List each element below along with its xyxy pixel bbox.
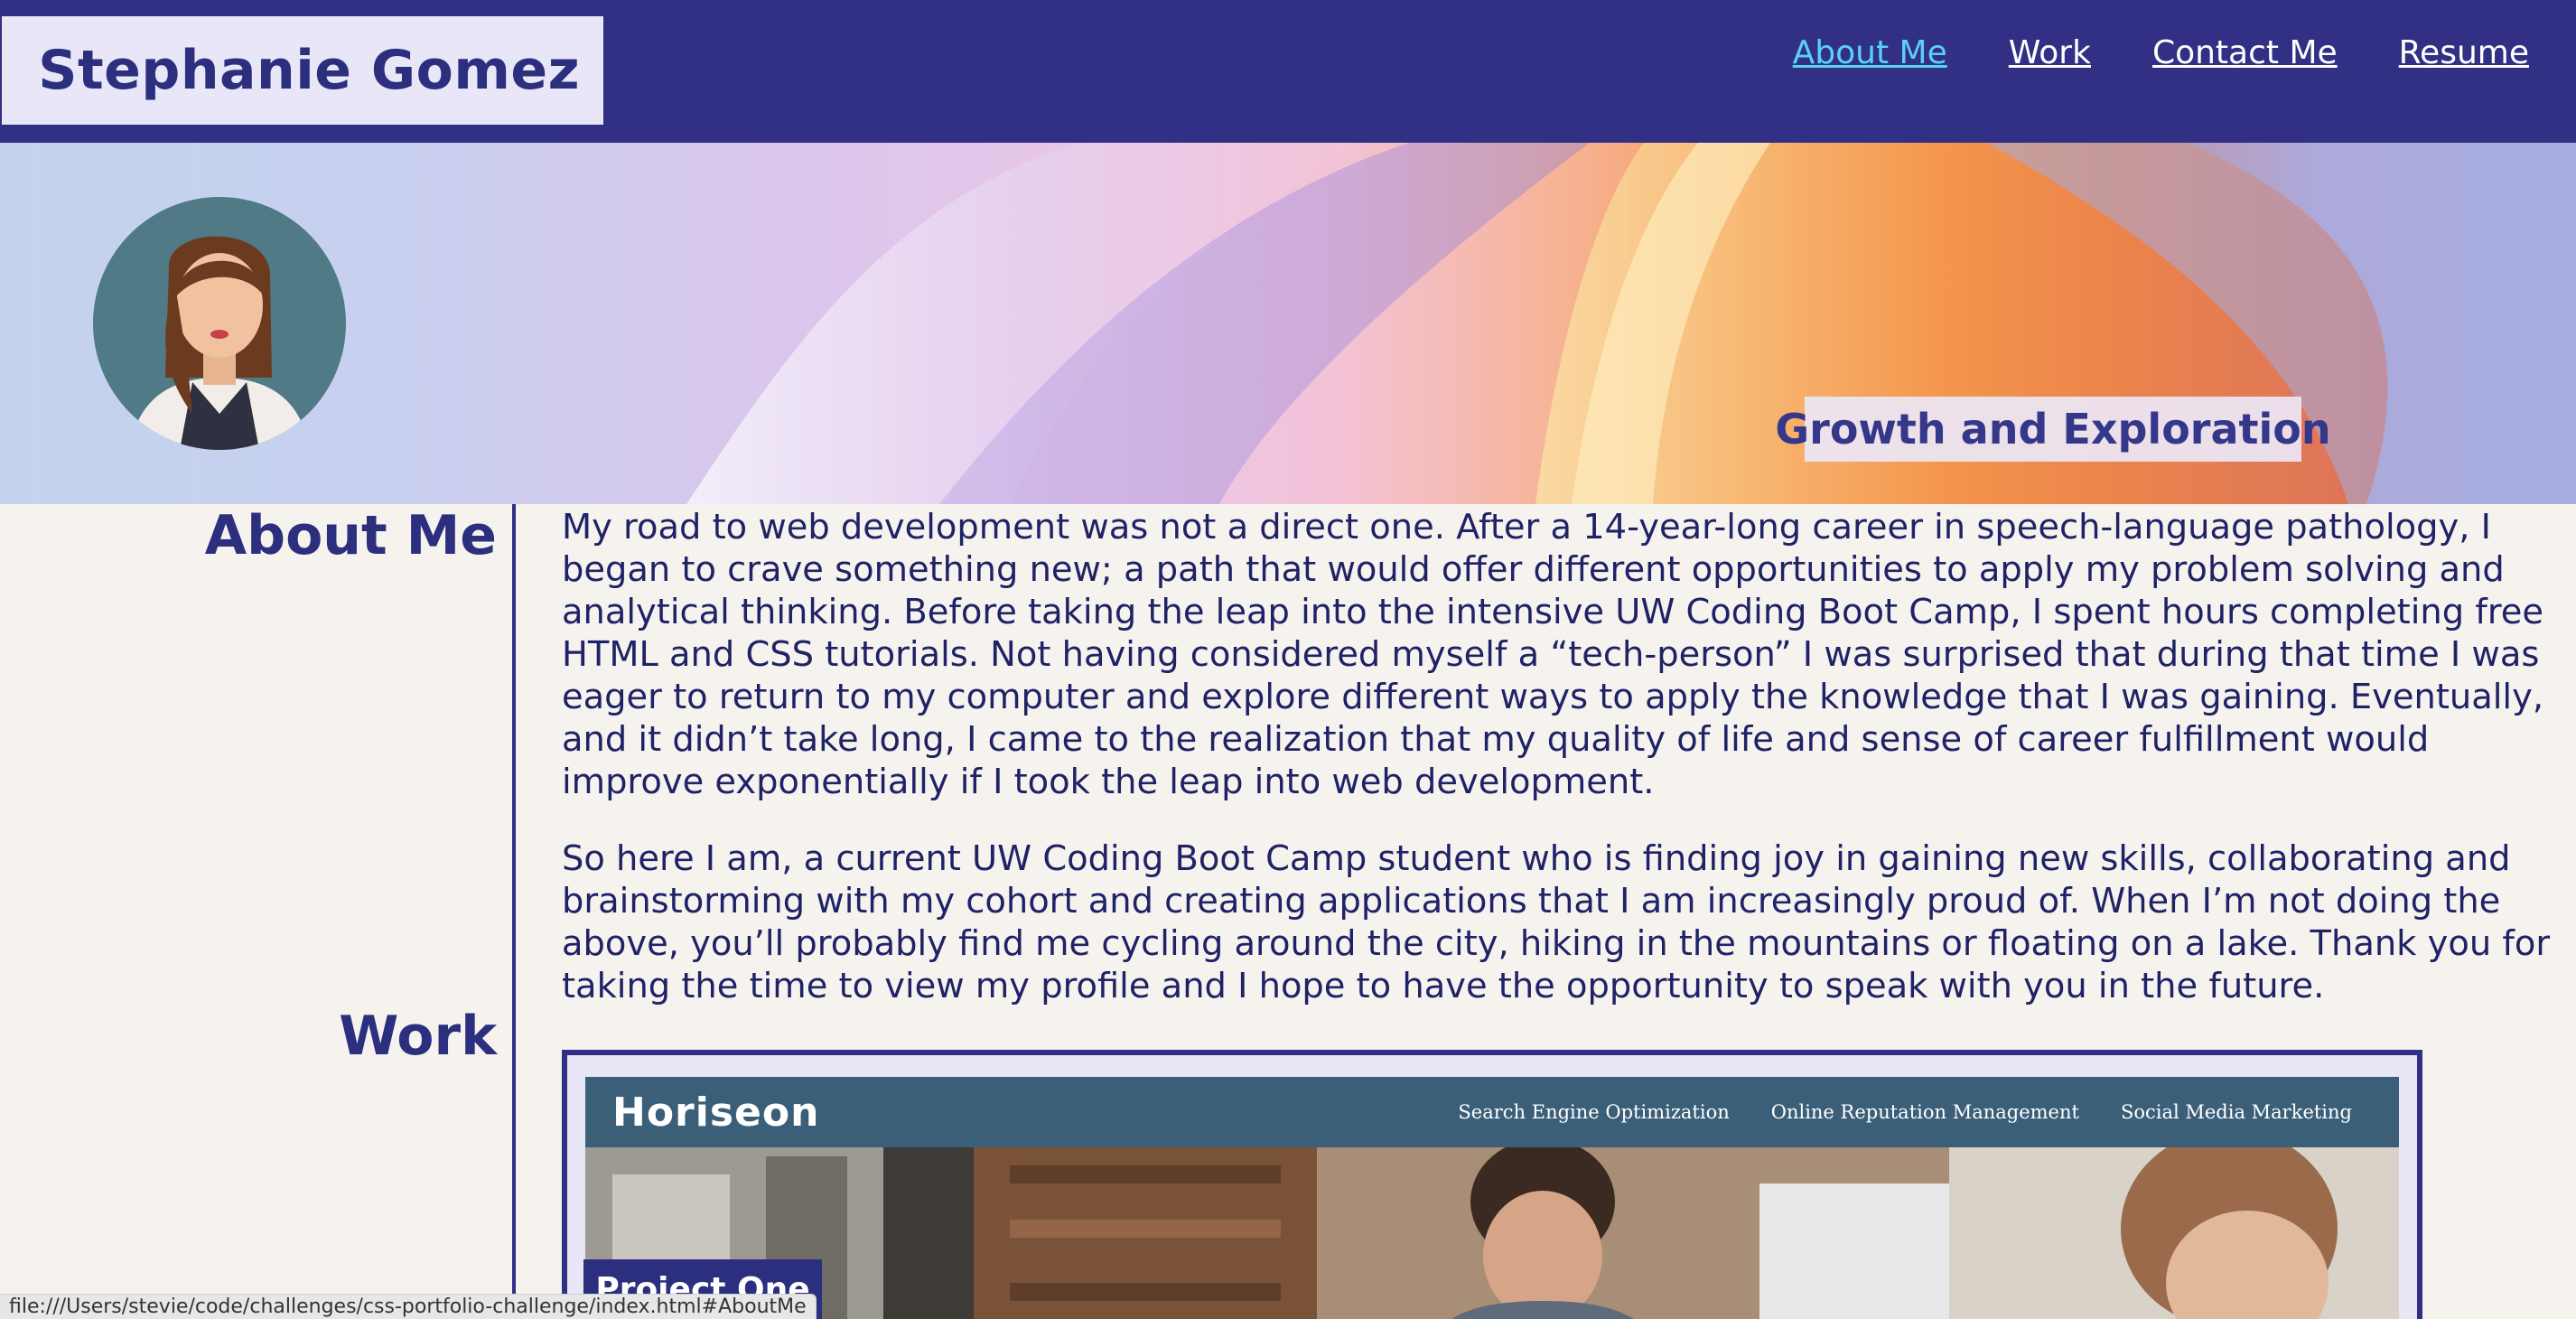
project-screenshot-links: Search Engine Optimization Online Reputa… [1458, 1101, 2352, 1123]
nav-link-work[interactable]: Work [2009, 34, 2091, 71]
site-title: Stephanie Gomez [38, 39, 580, 102]
project-screenshot-link: Social Media Marketing [2120, 1101, 2352, 1123]
sidebar-divider [512, 504, 516, 1319]
name-box: Stephanie Gomez [2, 16, 603, 125]
project-screenshot-photo [585, 1147, 2399, 1319]
woman-avatar-icon [93, 197, 346, 450]
nav-link-resume[interactable]: Resume [2399, 34, 2529, 71]
about-paragraph: My road to web development was not a dir… [562, 507, 2544, 802]
browser-status-bar: file:///Users/stevie/code/challenges/css… [0, 1294, 817, 1319]
hero-banner: Growth and Exploration [0, 143, 2576, 504]
project-screenshot[interactable]: Horiseon Search Engine Optimization Onli… [585, 1077, 2399, 1319]
portfolio-page: Stephanie Gomez About Me Work Contact Me… [0, 0, 2576, 1319]
hero-tagline-text: Growth and Exploration [1775, 405, 2331, 454]
about-me-content: My road to web development was not a dir… [562, 506, 2574, 1042]
about-paragraph: So here I am, a current UW Coding Boot C… [562, 838, 2551, 1006]
site-header: Stephanie Gomez About Me Work Contact Me… [0, 0, 2576, 143]
project-screenshot-brand: Horiseon [612, 1089, 820, 1136]
project-screenshot-link: Online Reputation Management [1770, 1101, 2079, 1123]
work-heading: Work [339, 1005, 497, 1068]
project-card[interactable]: Horiseon Search Engine Optimization Onli… [562, 1050, 2422, 1319]
main-nav: About Me Work Contact Me Resume [1793, 27, 2529, 78]
nav-link-about-me[interactable]: About Me [1793, 34, 1947, 71]
project-screenshot-link: Search Engine Optimization [1458, 1101, 1730, 1123]
nav-link-contact-me[interactable]: Contact Me [2152, 34, 2338, 71]
status-bar-url: file:///Users/stevie/code/challenges/css… [9, 1296, 807, 1318]
about-me-heading: About Me [204, 504, 497, 567]
hero-tagline: Growth and Exploration [1775, 397, 2331, 462]
project-screenshot-nav: Horiseon Search Engine Optimization Onli… [585, 1077, 2399, 1147]
